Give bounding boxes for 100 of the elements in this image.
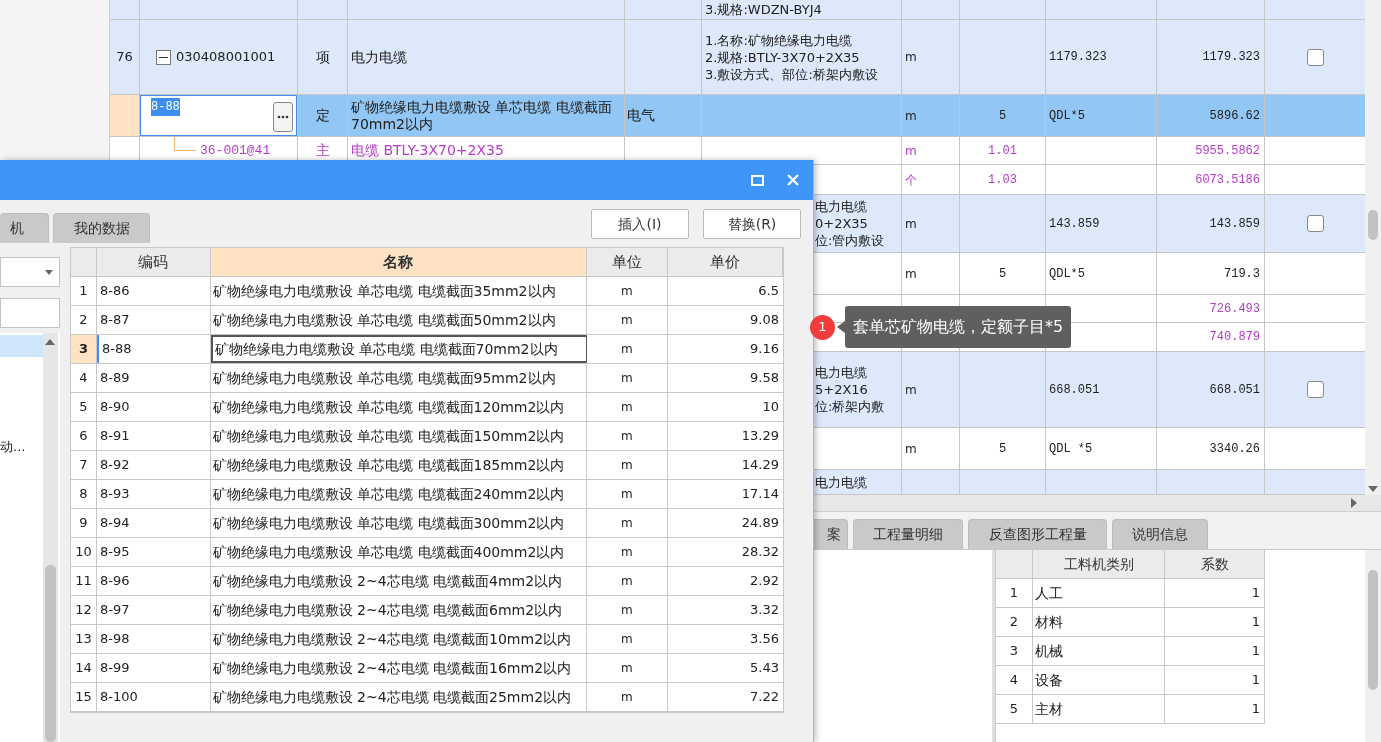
row-number: 5 xyxy=(71,393,97,421)
amount-text: 143.859 xyxy=(1209,215,1260,233)
amount-text: 1179.323 xyxy=(1202,49,1260,66)
amount-text: 3340.26 xyxy=(1209,440,1260,458)
unit-text: m xyxy=(905,142,917,160)
price-cell-text: 24.89 xyxy=(740,514,780,533)
name-cell: 矿物绝缘电力电缆敷设 单芯电缆 电缆截面95mm2以内 xyxy=(210,364,587,392)
row-number: 13 xyxy=(71,625,97,653)
row-number: 7 xyxy=(71,451,97,479)
code-cell: 8-92 xyxy=(96,451,211,479)
price-cell-text: 6.5 xyxy=(757,282,780,301)
name-cell: 矿物绝缘电力电缆敷设 2~4芯电缆 电缆截面10mm2以内 xyxy=(210,625,587,653)
code-cell: 8-95 xyxy=(96,538,211,566)
row-number: 9 xyxy=(71,509,97,537)
feature-line: 3.敷设方式、部位:桥架内敷设 xyxy=(705,65,878,83)
row-number: 1 xyxy=(71,277,97,305)
code-cell: 8-89 xyxy=(96,364,211,392)
price-cell-text: 9.58 xyxy=(749,369,780,388)
feature-line: 位:管内敷设 xyxy=(815,232,885,249)
feature-line: 电力电缆 xyxy=(815,473,867,491)
item-type: 主 xyxy=(315,141,330,160)
factor-cell: 1 xyxy=(1165,666,1265,694)
unit-cell: m xyxy=(586,364,669,392)
item-type: 项 xyxy=(315,47,330,67)
name-cell: 矿物绝缘电力电缆敷设 单芯电缆 电缆截面185mm2以内 xyxy=(210,451,587,479)
row-number: 4 xyxy=(71,364,97,392)
unit-cell: m xyxy=(586,451,669,479)
price-cell-text: 2.92 xyxy=(749,572,780,591)
formula-text: QDL*5 xyxy=(1049,265,1085,283)
price-cell-text: 3.32 xyxy=(749,601,780,620)
feature-line: 0+2X35 xyxy=(815,215,869,232)
price-cell-text: 9.08 xyxy=(749,311,780,330)
unit-cell: m xyxy=(586,567,669,595)
row-number: 1 xyxy=(996,579,1033,607)
factor-cell: 1 xyxy=(1165,695,1265,723)
code-cell: 8-93 xyxy=(96,480,211,508)
unit-cell: m xyxy=(586,509,669,537)
name-cell: 矿物绝缘电力电缆敷设 单芯电缆 电缆截面50mm2以内 xyxy=(210,306,587,334)
unit-text: m xyxy=(905,49,917,66)
name-cell: 矿物绝缘电力电缆敷设 2~4芯电缆 电缆截面16mm2以内 xyxy=(210,654,587,682)
item-name: 电缆 BTLY-3X70+2X35 xyxy=(351,142,504,159)
formula-text: QDL*5 xyxy=(1049,107,1085,125)
name-cell: 矿物绝缘电力电缆敷设 2~4芯电缆 电缆截面4mm2以内 xyxy=(210,567,587,595)
quantity-text: 5 xyxy=(998,107,1007,125)
row-number: 3 xyxy=(996,637,1033,665)
unit-text: m xyxy=(905,107,917,125)
code-cell: 8-87 xyxy=(96,306,211,334)
price-cell-text: 9.16 xyxy=(749,340,780,359)
category-cell: 主材 xyxy=(1032,695,1166,723)
category-cell: 机械 xyxy=(1032,637,1166,665)
item-code: 030408001001 xyxy=(176,48,276,67)
formula-text: 143.859 xyxy=(1049,215,1100,233)
row-number: 6 xyxy=(71,422,97,450)
unit-cell: m xyxy=(586,596,669,624)
row-number: 2 xyxy=(71,306,97,334)
row-number: 5 xyxy=(996,695,1033,723)
unit-cell: m xyxy=(586,422,669,450)
formula-text: 1179.323 xyxy=(1049,49,1107,66)
item-code: 36-001@41 xyxy=(200,141,271,160)
name-cell: 矿物绝缘电力电缆敷设 单芯电缆 电缆截面70mm2以内 xyxy=(210,335,587,363)
price-cell-text: 28.32 xyxy=(740,543,780,562)
row-number: 8 xyxy=(71,480,97,508)
feature-line: 电力电缆 xyxy=(815,364,868,381)
feature-line: 位:桥架内敷 xyxy=(815,398,885,415)
row-number: 4 xyxy=(996,666,1033,694)
category-cell: 材料 xyxy=(1032,608,1166,636)
unit-cell: m xyxy=(586,625,669,653)
amount-text: 668.051 xyxy=(1209,381,1260,399)
code-cell: 8-96 xyxy=(96,567,211,595)
row-number: 11 xyxy=(71,567,97,595)
quantity-text: 1.03 xyxy=(988,171,1017,189)
item-type: 定 xyxy=(315,106,330,125)
price-cell-text: 10 xyxy=(761,398,780,417)
feature-line: 3.规格:WDZN-BYJ4 xyxy=(705,1,822,18)
category-cell: 人工 xyxy=(1032,579,1166,607)
name-cell: 矿物绝缘电力电缆敷设 单芯电缆 电缆截面35mm2以内 xyxy=(210,277,587,305)
unit-cell: m xyxy=(586,654,669,682)
name-cell: 矿物绝缘电力电缆敷设 2~4芯电缆 电缆截面25mm2以内 xyxy=(210,683,587,711)
name-cell: 矿物绝缘电力电缆敷设 单芯电缆 电缆截面120mm2以内 xyxy=(210,393,587,421)
selected-code-text: 8-88 xyxy=(151,98,180,116)
specialty-text: 电气 xyxy=(627,106,655,125)
code-cell: 8-98 xyxy=(96,625,211,653)
factor-cell: 1 xyxy=(1165,608,1265,636)
name-cell: 矿物绝缘电力电缆敷设 单芯电缆 电缆截面150mm2以内 xyxy=(210,422,587,450)
price-cell-text: 14.29 xyxy=(740,456,780,475)
code-cell: 8-100 xyxy=(96,683,211,711)
row-number: 3 xyxy=(71,335,97,363)
tooltip: 套单芯矿物电缆，定额子目*5 xyxy=(845,306,1072,348)
factor-cell: 1 xyxy=(1165,579,1265,607)
unit-text: m xyxy=(905,381,917,399)
unit-text: m xyxy=(905,215,917,233)
feature-line: 2.规格:BTLY-3X70+2X35 xyxy=(705,48,861,66)
column-header: 工料机类别 xyxy=(1032,550,1166,578)
row-number: 14 xyxy=(71,654,97,682)
amount-text: 740.879 xyxy=(1209,329,1260,346)
price-cell-text: 7.22 xyxy=(749,688,780,707)
amount-text: 726.493 xyxy=(1209,300,1260,318)
name-cell: 矿物绝缘电力电缆敷设 单芯电缆 电缆截面400mm2以内 xyxy=(210,538,587,566)
quantity-text: 5 xyxy=(998,265,1007,283)
price-cell-text: 13.29 xyxy=(740,427,780,446)
